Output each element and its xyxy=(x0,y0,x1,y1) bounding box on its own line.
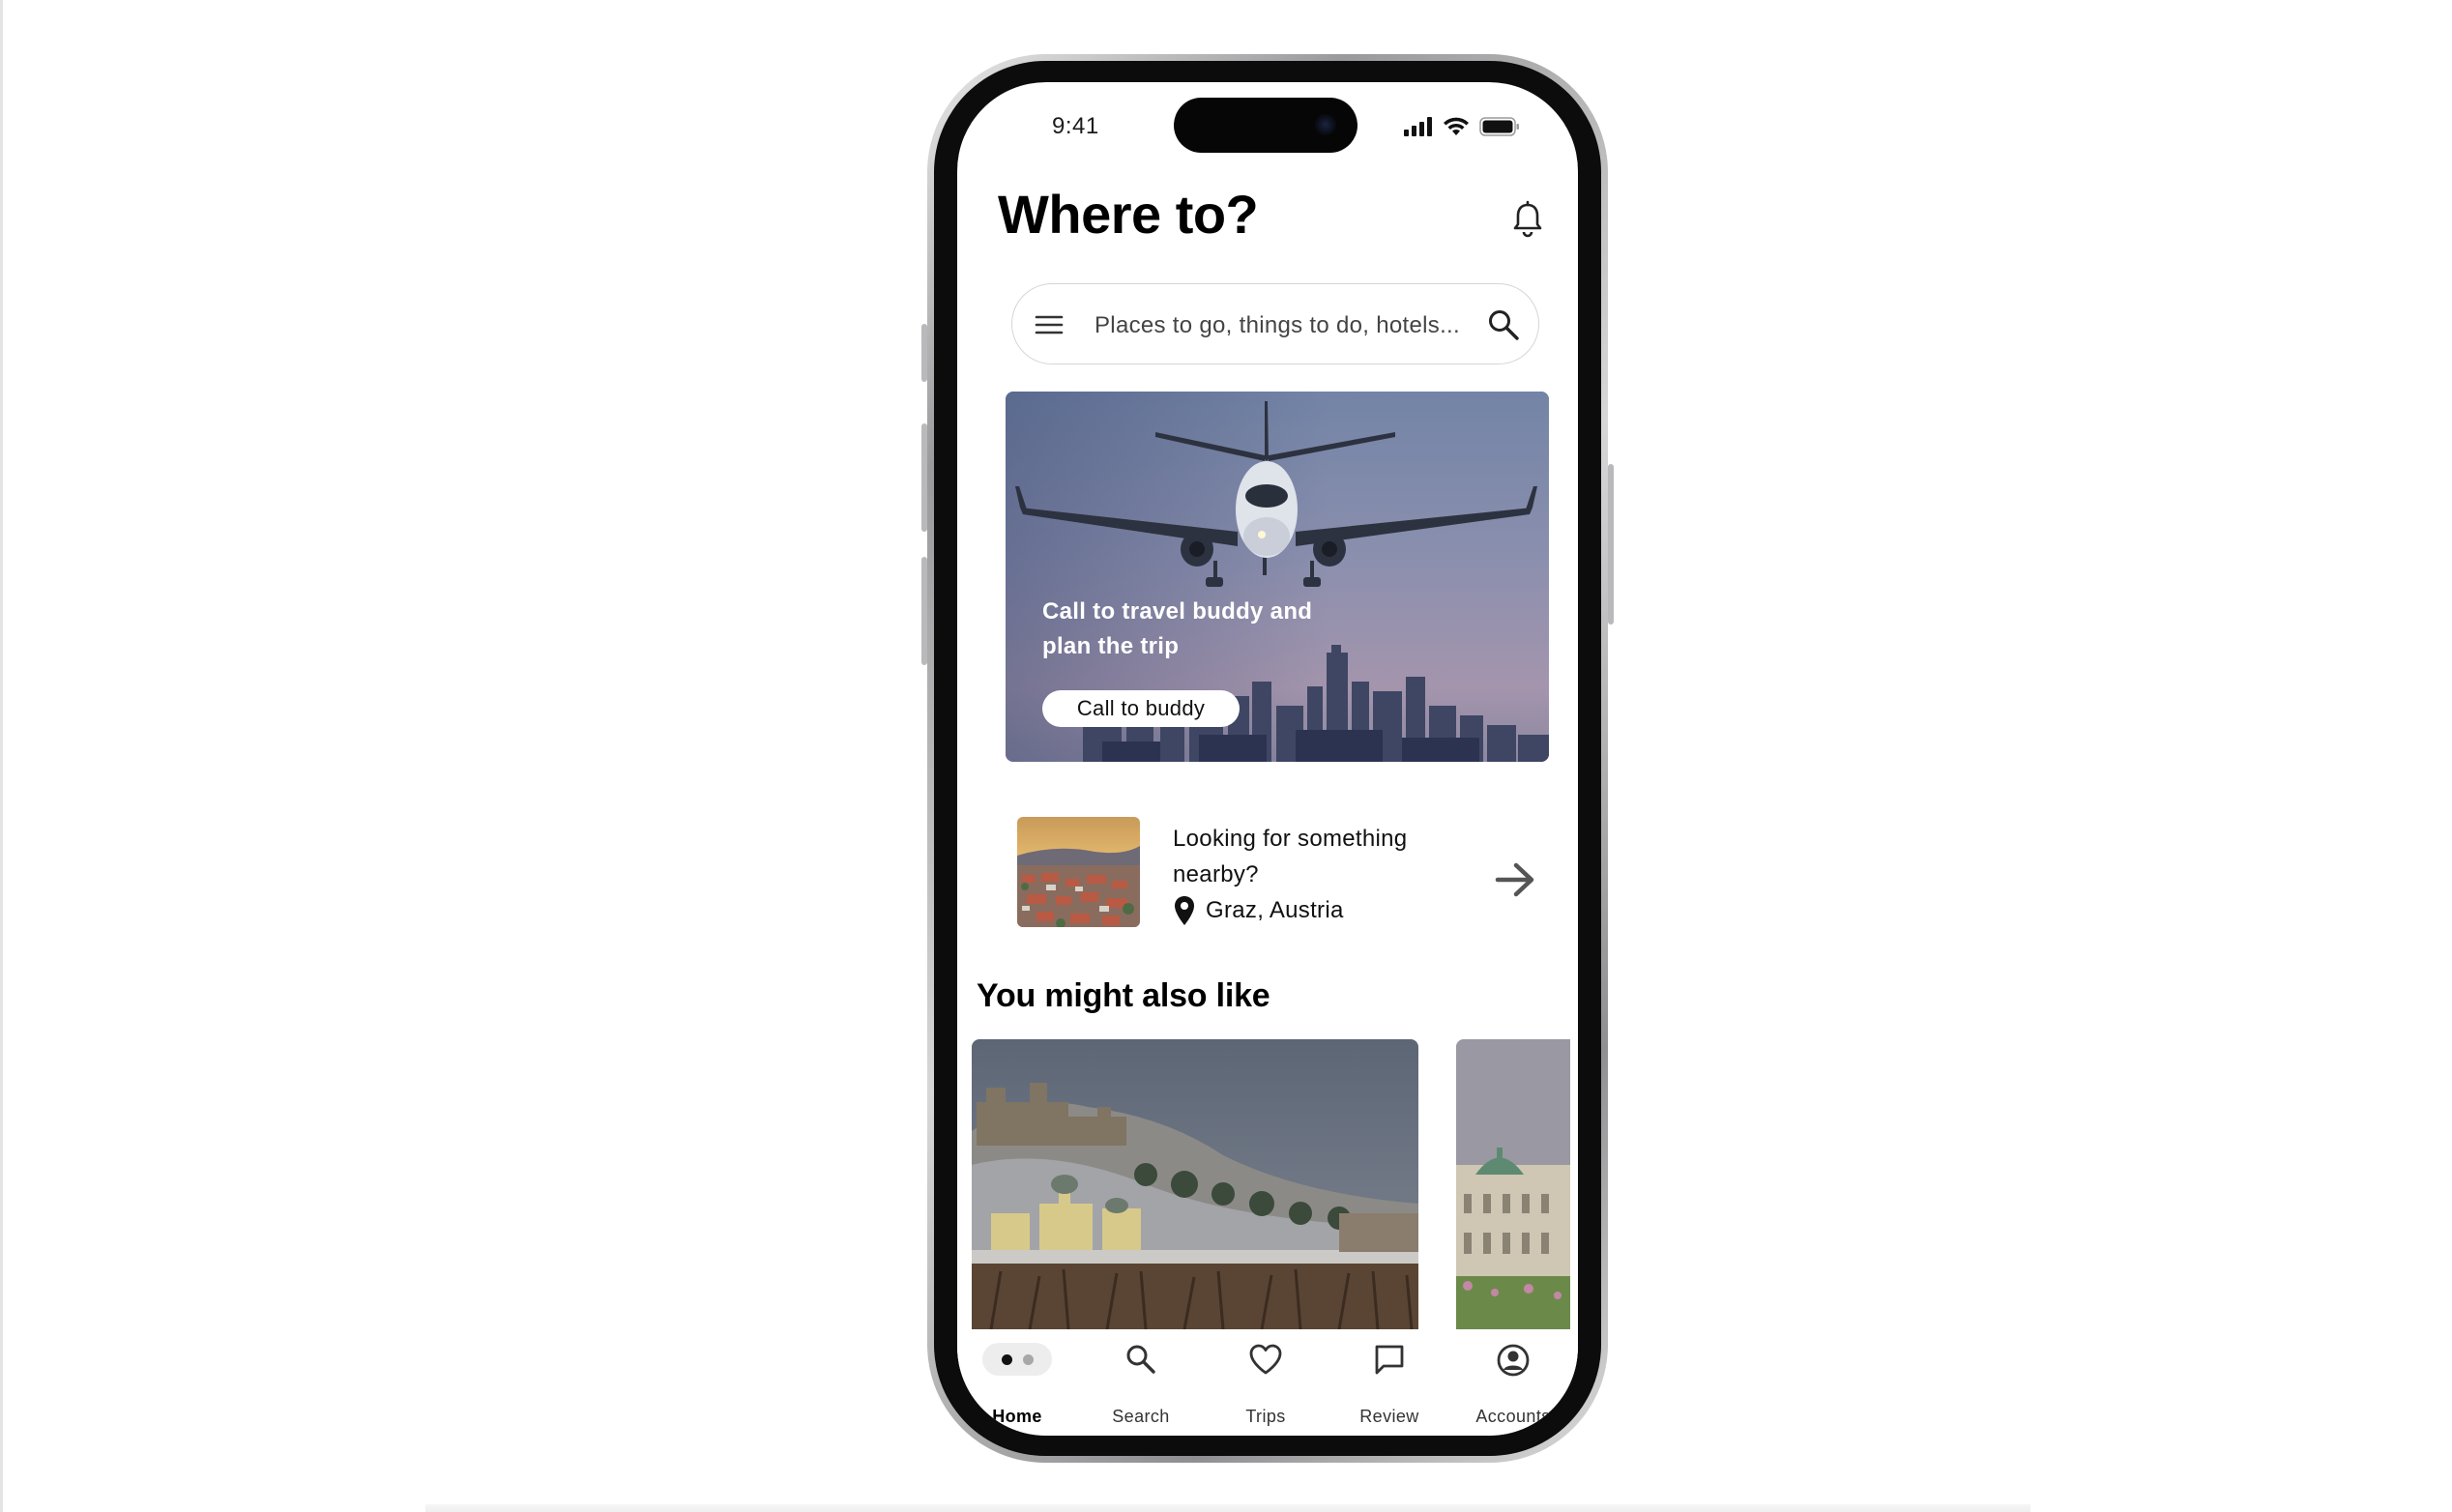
search-icon xyxy=(1126,1345,1155,1374)
bell-icon[interactable] xyxy=(1510,200,1545,239)
search-input[interactable]: Places to go, things to do, hotels... xyxy=(1095,312,1460,339)
nav-accounts[interactable]: Accounts xyxy=(1465,1329,1562,1426)
page-dots-icon xyxy=(982,1343,1052,1376)
search-icon[interactable] xyxy=(1486,307,1521,342)
window-edge xyxy=(0,0,3,1512)
bottom-navigation: Home Search Trips Review Accounts xyxy=(957,1329,1578,1436)
nearby-location[interactable]: Graz, Austria xyxy=(1173,895,1344,926)
nearby-location-label: Graz, Austria xyxy=(1206,897,1344,923)
dynamic-island xyxy=(1174,98,1357,153)
nav-home[interactable]: Home xyxy=(969,1329,1065,1426)
nav-label: Trips xyxy=(1245,1407,1286,1426)
wifi-icon xyxy=(1444,117,1469,135)
hero-text: Call to travel buddy and plan the trip xyxy=(1042,598,1313,659)
camera-icon xyxy=(1315,114,1336,135)
nav-search[interactable]: Search xyxy=(1093,1329,1189,1426)
hero-banner[interactable]: Call to travel buddy and plan the trip C… xyxy=(1006,392,1549,762)
nav-trips[interactable]: Trips xyxy=(1217,1329,1314,1426)
battery-icon xyxy=(1479,117,1519,136)
belvedere-image xyxy=(1456,1039,1570,1329)
section-title: You might also like xyxy=(977,977,1270,1014)
page-title: Where to? xyxy=(998,184,1259,245)
chat-bubble-icon xyxy=(1375,1345,1404,1375)
nav-label: Home xyxy=(992,1407,1042,1426)
canvas: 9:41 Where to? Places to go, things to d… xyxy=(0,0,2452,1512)
status-icons xyxy=(1404,117,1520,136)
floor-shadow xyxy=(425,1504,2030,1512)
menu-icon[interactable] xyxy=(1034,309,1065,340)
call-to-buddy-button[interactable]: Call to buddy xyxy=(1042,690,1240,727)
status-time: 9:41 xyxy=(1052,113,1099,139)
recommendation-card[interactable] xyxy=(972,1039,1418,1329)
nearby-title: Looking for something nearby? xyxy=(1173,826,1408,887)
nav-label: Review xyxy=(1359,1407,1419,1426)
account-circle-icon xyxy=(1497,1344,1530,1377)
phone-screen: 9:41 Where to? Places to go, things to d… xyxy=(957,82,1578,1436)
heart-icon xyxy=(1249,1344,1282,1375)
cellular-signal-icon xyxy=(1404,117,1432,136)
salzburg-image xyxy=(972,1039,1418,1329)
graz-city-image xyxy=(1017,817,1140,927)
nav-review[interactable]: Review xyxy=(1341,1329,1438,1426)
nearby-city-thumbnail[interactable] xyxy=(1017,817,1140,927)
power-button xyxy=(1608,464,1614,625)
recommendation-card[interactable] xyxy=(1456,1039,1570,1329)
nav-label: Search xyxy=(1112,1407,1170,1426)
arrow-right-icon[interactable] xyxy=(1495,861,1535,898)
location-pin-icon xyxy=(1175,896,1194,925)
nav-label: Accounts xyxy=(1475,1407,1551,1426)
search-bar[interactable]: Places to go, things to do, hotels... xyxy=(1011,283,1539,364)
